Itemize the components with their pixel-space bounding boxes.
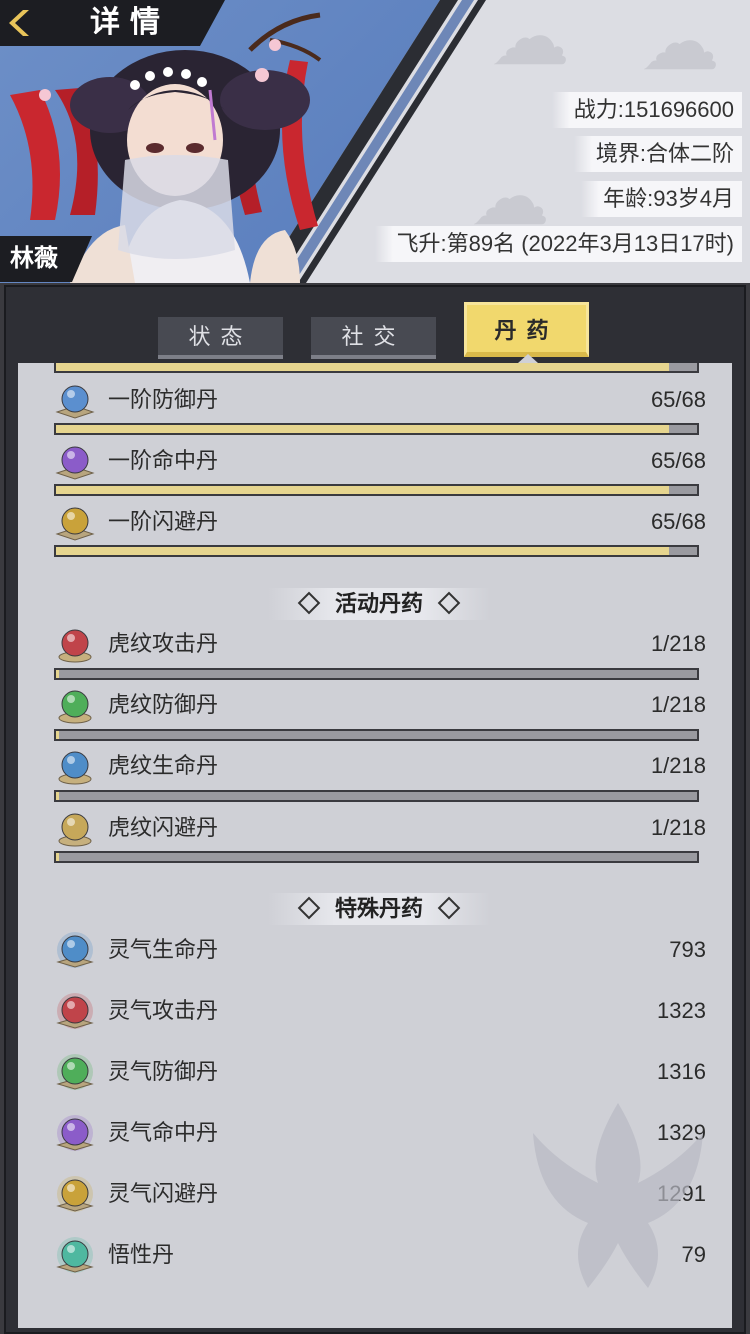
list-item[interactable]: 虎纹防御丹 1/218 [54,683,706,727]
pill-count: 1/218 [650,631,706,656]
purple-spirit-pill-icon [56,1115,94,1151]
section-title: 特殊丹药 [334,896,423,921]
cloud-decoration-icon: ☁ [640,0,720,88]
pill-name: 一阶防御丹 [108,387,219,412]
pill-name: 虎纹防御丹 [108,692,219,717]
progress-bar [54,545,699,557]
stat-label: 境界: [595,141,646,166]
pill-count: 1316 [657,1059,706,1084]
diamond-icon [437,591,461,615]
gold-pill-icon [55,507,95,541]
stat-label: 飞升: [396,231,447,256]
list-item[interactable]: 灵气防御丹 1316 [54,1050,706,1094]
emblem-watermark-icon [533,1103,703,1288]
progress-fill [56,363,669,371]
tab-social[interactable]: 社交 [311,317,436,359]
purple-pill-icon [55,446,95,480]
blue-pill-icon [55,385,95,419]
pill-name: 一阶闪避丹 [108,509,219,534]
blue-spirit-pill-icon [56,932,94,968]
character-header: ☁ ☁ ☁ 详情 林薇 战力:151696600 境界:合体二阶 年龄:93岁4… [0,0,750,283]
tab-status[interactable]: 状态 [158,317,283,359]
diamond-icon [437,896,461,920]
progress-fill [56,853,59,861]
pill-count: 1/218 [650,692,706,717]
back-button[interactable] [4,6,38,40]
stat-value: 93岁4月 [653,186,734,211]
list-item[interactable]: 灵气生命丹 793 [54,928,706,972]
pill-name: 虎纹闪避丹 [108,815,219,840]
progress-bar [54,729,699,741]
gold-spirit-pill-icon [56,1176,94,1212]
section-title: 活动丹药 [334,591,423,616]
stat-value: 合体二阶 [645,141,734,166]
list-item[interactable]: 虎纹闪避丹 1/218 [54,806,706,850]
progress-bar [54,423,699,435]
progress-bar [54,484,699,496]
detail-panel: 状态 社交 丹药 一阶防御丹 65/68 一阶命中丹 65/68 一阶闪避丹 6… [4,285,746,1334]
pill-list[interactable]: 一阶防御丹 65/68 一阶命中丹 65/68 一阶闪避丹 65/68 活动丹药 [18,363,732,1328]
pill-count: 1/218 [650,753,706,778]
pill-name: 悟性丹 [108,1242,175,1267]
pill-name: 一阶命中丹 [108,448,219,473]
ascension-rank: 飞升:第89名 (2022年3月13日17时) [374,226,742,262]
progress-fill [56,486,669,494]
stat-label: 年龄: [603,186,654,211]
progress-bar [54,668,699,680]
pill-name: 灵气防御丹 [108,1059,219,1084]
section-header-event: 活动丹药 [268,588,490,620]
stat-label: 战力: [573,97,624,122]
list-item[interactable]: 一阶命中丹 65/68 [54,439,706,483]
red-spirit-pill-icon [56,993,94,1029]
pill-count: 1/218 [650,815,706,840]
chevron-left-icon [9,10,29,36]
tab-pills[interactable]: 丹药 [464,302,589,357]
realm: 境界:合体二阶 [573,136,742,172]
progress-fill [56,731,59,739]
pill-count: 65/68 [650,448,706,473]
progress-fill [56,425,669,433]
pill-name: 灵气命中丹 [108,1120,219,1145]
pill-name: 虎纹生命丹 [108,753,219,778]
pill-count: 793 [669,937,706,962]
list-item[interactable]: 虎纹生命丹 1/218 [54,744,706,788]
diamond-icon [297,896,321,920]
active-tab-pointer [518,354,538,363]
age: 年龄:93岁4月 [581,181,742,217]
pill-name: 灵气攻击丹 [108,998,219,1023]
section-header-special: 特殊丹药 [268,893,490,925]
progress-bar [54,790,699,802]
gold-tiger-pill-icon [58,813,92,847]
list-item[interactable]: 一阶闪避丹 65/68 [54,500,706,544]
blue-tiger-pill-icon [58,751,92,785]
progress-fill [56,547,669,555]
stat-value: 151696600 [623,97,734,122]
green-tiger-pill-icon [58,690,92,724]
pill-name: 虎纹攻击丹 [108,631,219,656]
page-title: 详情 [90,6,170,39]
pill-count: 65/68 [650,387,706,412]
cloud-decoration-icon: ☁ [490,0,570,83]
red-tiger-pill-icon [58,629,92,663]
stat-value: 第89名 (2022年3月13日17时) [446,231,734,256]
tab-bar: 状态 社交 丹药 [6,287,744,363]
teal-pill-icon [56,1237,94,1273]
list-item[interactable]: 灵气攻击丹 1323 [54,989,706,1033]
combat-power: 战力:151696600 [551,92,742,128]
pill-name: 灵气生命丹 [108,937,219,962]
pill-name: 灵气闪避丹 [108,1181,219,1206]
progress-fill [56,792,59,800]
progress-bar [54,363,699,373]
pill-count: 1323 [657,998,706,1023]
diamond-icon [297,591,321,615]
pill-count: 65/68 [650,509,706,534]
green-spirit-pill-icon [56,1054,94,1090]
list-item[interactable]: 一阶防御丹 65/68 [54,378,706,422]
progress-bar [54,851,699,863]
list-item[interactable]: 虎纹攻击丹 1/218 [54,622,706,666]
progress-fill [56,670,59,678]
